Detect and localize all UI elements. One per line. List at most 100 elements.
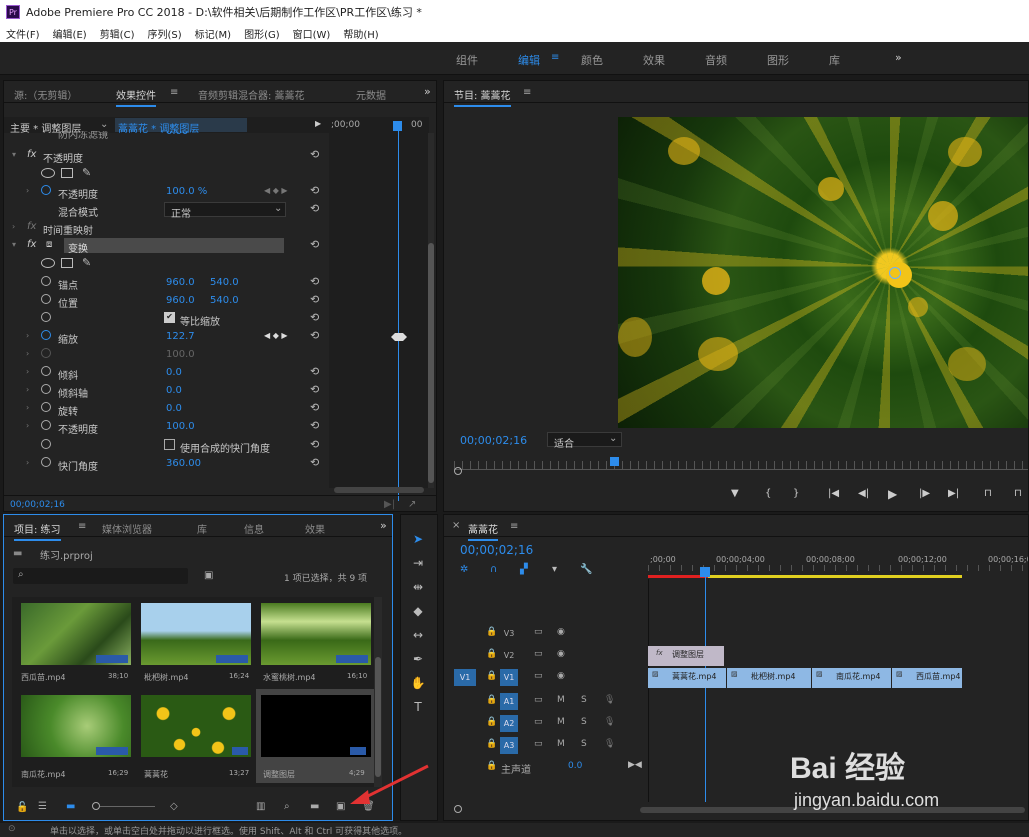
track-a1[interactable]: 🔒 A1 ▭ M S 🎙 bbox=[444, 691, 648, 713]
pen-tool-icon[interactable]: ✒ bbox=[410, 652, 426, 668]
menu-help[interactable]: 帮助(H) bbox=[337, 26, 385, 41]
track-a3[interactable]: 🔒 A3 ▭ M S 🎙 bbox=[444, 735, 648, 757]
tab-info[interactable]: 信息 bbox=[244, 521, 264, 536]
program-timecode[interactable]: 00;00;02;16 bbox=[460, 434, 527, 447]
menu-graphics[interactable]: 图形(G) bbox=[238, 26, 287, 41]
workspace-color[interactable]: 颜色 bbox=[581, 52, 603, 68]
param-opacity-2[interactable]: › 不透明度 100.0 ⟲ bbox=[4, 418, 329, 436]
panel-menu-icon[interactable]: ≡ bbox=[170, 87, 178, 98]
sort-icon[interactable]: ◇ bbox=[170, 801, 178, 812]
workspace-assembly[interactable]: 组件 bbox=[456, 52, 478, 68]
workspace-menu-icon[interactable]: ≡ bbox=[551, 52, 559, 63]
param-position[interactable]: 位置 960.0 540.0 ⟲ bbox=[4, 292, 329, 310]
chevron-down-icon[interactable]: ⌄ bbox=[100, 119, 108, 130]
playhead-marker[interactable] bbox=[393, 121, 402, 131]
zoom-slider-handle[interactable] bbox=[92, 802, 100, 810]
automate-icon[interactable]: ▥ bbox=[256, 801, 265, 812]
tab-source[interactable]: 源:（无剪辑） bbox=[14, 87, 77, 102]
menu-window[interactable]: 窗口(W) bbox=[287, 26, 338, 41]
workspace-audio[interactable]: 音频 bbox=[705, 52, 727, 68]
new-bin-icon[interactable]: ▣ bbox=[204, 570, 213, 581]
timeline-timecode[interactable]: 00;00;02;16 bbox=[460, 543, 533, 557]
param-uniform-scale[interactable]: ✔ 等比缩放 ⟲ bbox=[4, 310, 329, 328]
timeline-playhead[interactable] bbox=[700, 567, 710, 577]
workspace-editing[interactable]: 编辑 bbox=[518, 52, 540, 68]
more-workspaces-icon[interactable]: » bbox=[895, 51, 902, 64]
effect-opacity[interactable]: ▾ fx 不透明度 ⟲ bbox=[4, 147, 329, 165]
pen-mask-icon[interactable]: ✎ bbox=[82, 166, 91, 179]
clip-video-2[interactable]: ▨ 枇杷树.mp4 bbox=[727, 668, 811, 688]
menu-file[interactable]: 文件(F) bbox=[0, 26, 47, 41]
selection-tool-icon[interactable]: ➤ bbox=[410, 532, 426, 548]
marker-icon[interactable]: ▾ bbox=[552, 564, 557, 575]
checkbox-checked[interactable]: ✔ bbox=[164, 312, 175, 323]
program-video-frame[interactable] bbox=[618, 117, 1028, 428]
menu-sequence[interactable]: 序列(S) bbox=[141, 26, 188, 41]
list-view-icon[interactable]: ☰ bbox=[38, 801, 47, 812]
play-icon[interactable]: ▶ bbox=[888, 487, 897, 501]
pen-mask-icon[interactable]: ✎ bbox=[82, 256, 91, 269]
tab-project[interactable]: 项目: 练习 bbox=[14, 521, 61, 541]
horizontal-scrollbar[interactable] bbox=[334, 487, 424, 493]
panel-menu-icon[interactable]: ≡ bbox=[510, 521, 518, 532]
menu-marker[interactable]: 标记(M) bbox=[189, 26, 238, 41]
extract-icon[interactable]: ⊓ bbox=[1014, 488, 1022, 499]
lift-icon[interactable]: ⊓ bbox=[984, 488, 992, 499]
param-skew[interactable]: › 倾斜 0.0 ⟲ bbox=[4, 364, 329, 382]
effect-transform[interactable]: ▾ fx ⧈ 变换 ⟲ bbox=[4, 237, 329, 255]
mark-out-icon[interactable]: } bbox=[793, 488, 799, 499]
tab-program[interactable]: 节目: 蒿蒿花 bbox=[454, 87, 511, 107]
anchor-point-icon[interactable] bbox=[889, 267, 901, 279]
razor-tool-icon[interactable]: ◆ bbox=[410, 604, 426, 620]
hand-tool-icon[interactable]: ✋ bbox=[410, 676, 426, 692]
step-forward-icon[interactable]: |▶ bbox=[919, 488, 930, 499]
track-a2[interactable]: 🔒 A2 ▭ M S 🎙 bbox=[444, 713, 648, 735]
clip-video-3[interactable]: ▨ 南瓜花.mp4 bbox=[812, 668, 891, 688]
play-icon[interactable]: ▶ bbox=[315, 119, 321, 128]
render-icon[interactable]: ▶| bbox=[384, 499, 395, 510]
effect-timecode[interactable]: 00;00;02;16 bbox=[10, 500, 65, 510]
workspace-libraries[interactable]: 库 bbox=[829, 52, 840, 68]
param-comp-shutter[interactable]: 使用合成的快门角度 ⟲ bbox=[4, 437, 329, 455]
track-v3[interactable]: 🔒 V3 ▭ ◉ bbox=[444, 623, 648, 645]
slip-tool-icon[interactable]: ↔ bbox=[410, 628, 426, 644]
zoom-handle[interactable] bbox=[454, 467, 462, 475]
param-blend-mode[interactable]: 混合模式 正常 ⌄ ⟲ bbox=[4, 201, 329, 220]
ellipse-mask-icon[interactable] bbox=[41, 168, 55, 178]
rectangle-mask-icon[interactable] bbox=[61, 258, 73, 268]
clip-adjustment-layer[interactable]: fx 调整图层 bbox=[648, 646, 724, 666]
tab-effects[interactable]: 效果 bbox=[305, 521, 325, 536]
blend-mode-select[interactable]: 正常 bbox=[164, 202, 286, 220]
find-icon[interactable]: ⌕ bbox=[284, 801, 290, 812]
workspace-effects[interactable]: 效果 bbox=[643, 52, 665, 68]
go-to-out-icon[interactable]: ▶| bbox=[948, 488, 959, 499]
snap-icon[interactable]: ✲ bbox=[460, 564, 468, 575]
program-playhead[interactable] bbox=[610, 457, 619, 466]
tab-effect-controls[interactable]: 效果控件 bbox=[116, 87, 156, 107]
linked-selection-icon[interactable]: ∩ bbox=[490, 564, 497, 575]
param-scale[interactable]: › 缩放 122.7 ◀ ◆ ▶ ⟲ bbox=[4, 328, 329, 346]
tab-sequence[interactable]: 蒿蒿花 bbox=[468, 521, 498, 541]
track-v2[interactable]: 🔒 V2 ▭ ◉ bbox=[444, 645, 648, 667]
sequence-clip-label[interactable]: 蒿蒿花 * 调整图层 bbox=[115, 118, 247, 135]
project-scrollbar[interactable] bbox=[374, 597, 382, 787]
step-back-icon[interactable]: ◀| bbox=[858, 488, 869, 499]
more-tabs-icon[interactable]: » bbox=[380, 519, 387, 532]
tab-media-browser[interactable]: 媒体浏览器 bbox=[102, 521, 152, 536]
menu-clip[interactable]: 剪辑(C) bbox=[94, 26, 142, 41]
param-anchor[interactable]: 锚点 960.0 540.0 ⟲ bbox=[4, 274, 329, 292]
param-rotation[interactable]: › 旋转 0.0 ⟲ bbox=[4, 400, 329, 418]
ripple-edit-tool-icon[interactable]: ⇹ bbox=[410, 580, 426, 596]
export-icon[interactable]: ↗ bbox=[408, 499, 416, 510]
lock-icon[interactable]: 🔓 bbox=[16, 802, 28, 813]
menu-edit[interactable]: 编辑(E) bbox=[47, 26, 94, 41]
effect-time-remap[interactable]: › fx 时间重映射 bbox=[4, 219, 329, 237]
icon-view-icon[interactable]: ▬ bbox=[66, 801, 75, 812]
go-to-in-icon[interactable]: |◀ bbox=[828, 488, 839, 499]
track-select-tool-icon[interactable]: ⇥ bbox=[410, 556, 426, 572]
timeline-zoom-handle[interactable] bbox=[454, 805, 462, 813]
clip-video-1[interactable]: ▨ 蒿蒿花.mp4 bbox=[648, 668, 726, 688]
track-v1[interactable]: V1 🔒 V1 ▭ ◉ bbox=[444, 667, 648, 689]
close-icon[interactable]: × bbox=[452, 520, 460, 531]
panel-menu-icon[interactable]: ≡ bbox=[523, 87, 531, 98]
